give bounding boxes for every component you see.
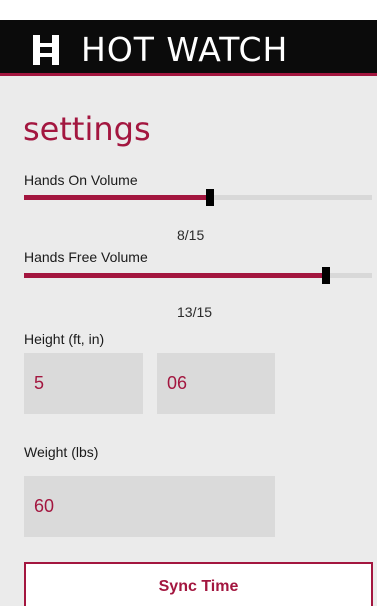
hands-free-volume-label: Hands Free Volume [24,249,148,265]
height-feet-field[interactable]: 5 [24,353,143,414]
weight-field[interactable]: 60 [24,476,275,537]
app-title: HOT WATCH [81,30,289,69]
slider-thumb[interactable] [205,189,214,206]
hands-free-volume-slider[interactable] [24,267,372,284]
hands-on-volume-label: Hands On Volume [24,172,138,188]
height-inches-field[interactable]: 06 [157,353,275,414]
slider-fill [24,273,326,278]
page-title: settings [23,110,151,148]
height-label: Height (ft, in) [24,331,105,347]
hot-watch-logo-icon [33,35,59,65]
sync-time-button[interactable]: Sync Time [24,562,373,606]
slider-fill [24,195,210,200]
top-strip [0,0,377,20]
app-header: HOT WATCH [0,20,377,76]
hands-on-volume-value: 8/15 [177,227,205,243]
hands-on-volume-slider[interactable] [24,189,372,206]
slider-thumb[interactable] [321,267,330,284]
weight-label: Weight (lbs) [24,444,99,460]
hands-free-volume-value: 13/15 [177,304,213,320]
